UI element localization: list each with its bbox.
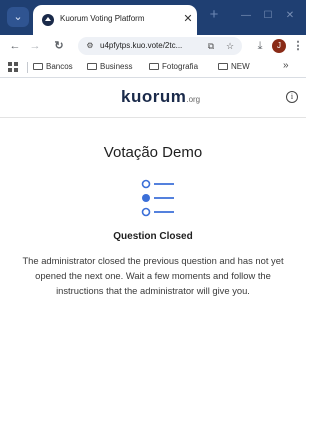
address-bar[interactable]: ⚙ u4pfytps.kuo.vote/2tc... ⧉ ☆ <box>78 37 242 55</box>
bookmarks-bar: Bancos Business Fotografia NEW » <box>0 57 306 78</box>
bookmarks-divider <box>27 62 28 73</box>
logo-suffix: .org <box>186 95 201 104</box>
bookmark-label: Business <box>100 62 133 71</box>
question-list-icon <box>141 179 174 217</box>
bookmark-label: Fotografia <box>162 62 199 71</box>
forward-icon[interactable]: → <box>27 38 43 54</box>
new-tab-icon[interactable]: + <box>207 7 221 22</box>
info-icon[interactable]: i <box>286 91 298 103</box>
status-heading: Question Closed <box>113 231 193 242</box>
more-bookmarks-icon[interactable]: » <box>283 60 289 71</box>
bookmark-folder-bancos[interactable]: Bancos <box>33 61 73 73</box>
profile-avatar[interactable]: J <box>272 39 286 53</box>
reload-icon[interactable]: ↻ <box>51 38 67 54</box>
url-text: u4pfytps.kuo.vote/2tc... <box>100 41 183 50</box>
bookmark-star-icon[interactable]: ☆ <box>223 39 237 53</box>
close-icon[interactable]: ✕ <box>181 12 195 26</box>
bookmark-folder-fotografia[interactable]: Fotografia <box>149 61 198 73</box>
kuorum-logo[interactable]: kuorum.org <box>121 87 200 107</box>
bookmark-folder-new[interactable]: NEW <box>218 61 250 73</box>
app-header: kuorum.org i <box>0 78 306 118</box>
bookmark-label: NEW <box>231 62 250 71</box>
bookmark-label: Bancos <box>46 62 73 71</box>
tab-search-button[interactable]: ⌄ <box>7 7 29 27</box>
folder-icon <box>33 63 43 70</box>
folder-icon <box>87 63 97 70</box>
status-message: The administrator closed the previous qu… <box>22 255 284 296</box>
bookmark-folder-business[interactable]: Business <box>87 61 132 73</box>
page-title: Votação Demo <box>103 144 203 161</box>
site-info-icon[interactable]: ⚙ <box>84 40 96 52</box>
browser-tab-strip: ⌄ Kuorum Voting Platform ✕ + — ☐ ✕ <box>0 0 306 35</box>
apps-grid-icon[interactable] <box>8 62 18 72</box>
browser-toolbar: ← → ↻ ⚙ u4pfytps.kuo.vote/2tc... ⧉ ☆ ⤓ J… <box>0 35 306 57</box>
folder-icon <box>218 63 228 70</box>
folder-icon <box>149 63 159 70</box>
tab-title: Kuorum Voting Platform <box>60 14 145 23</box>
page-content: kuorum.org i Votação Demo Question Close… <box>0 78 306 443</box>
install-app-icon[interactable]: ⧉ <box>204 39 218 53</box>
back-icon[interactable]: ← <box>7 38 23 54</box>
more-menu-icon[interactable]: ⋮ <box>290 38 306 54</box>
browser-tab[interactable]: Kuorum Voting Platform ✕ <box>33 5 197 35</box>
window-close-icon[interactable]: ✕ <box>280 8 300 24</box>
download-icon[interactable]: ⤓ <box>252 38 268 54</box>
logo-text: kuorum <box>121 87 187 106</box>
minimize-icon[interactable]: — <box>236 8 256 24</box>
maximize-icon[interactable]: ☐ <box>258 8 278 24</box>
kuorum-favicon-icon <box>42 14 54 26</box>
